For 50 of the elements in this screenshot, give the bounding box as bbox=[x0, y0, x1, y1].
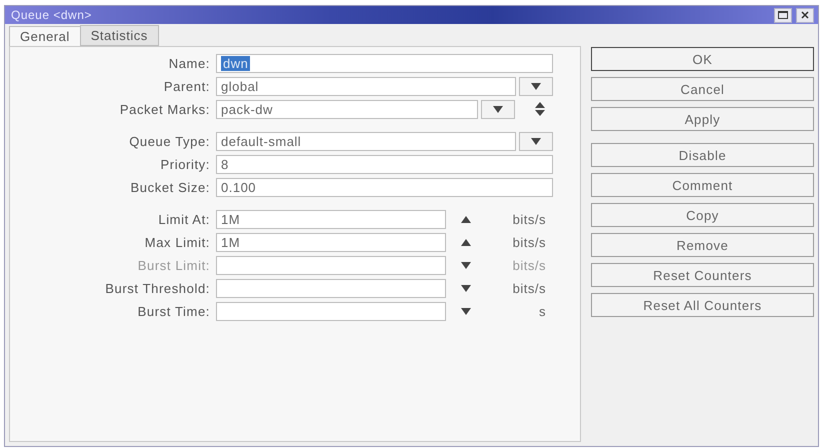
input-field[interactable] bbox=[216, 278, 446, 298]
field-label: Queue Type: bbox=[128, 134, 211, 148]
unit-label: bits/s bbox=[512, 212, 546, 226]
field-label: Limit At: bbox=[157, 212, 211, 226]
dropdown-button[interactable] bbox=[481, 100, 515, 118]
field-label: Max Limit: bbox=[144, 234, 211, 250]
dialog-button[interactable]: Disable bbox=[591, 143, 814, 167]
dialog-button[interactable]: Comment bbox=[591, 173, 814, 197]
up-down-icon[interactable] bbox=[535, 102, 545, 116]
input-field[interactable] bbox=[216, 302, 446, 320]
maximize-button[interactable] bbox=[774, 8, 792, 22]
field-label: Priority: bbox=[160, 156, 211, 172]
field-label: Burst Limit: bbox=[136, 258, 211, 272]
field-label: Parent: bbox=[162, 78, 211, 94]
window-title: Queue <dwn> bbox=[11, 8, 92, 22]
close-icon bbox=[801, 11, 809, 19]
field-label: Burst Time: bbox=[136, 304, 211, 318]
dropdown-button[interactable] bbox=[519, 76, 553, 96]
dropdown-button[interactable] bbox=[519, 132, 553, 150]
field-label: Name: bbox=[168, 56, 211, 70]
dialog-button[interactable]: Apply bbox=[591, 107, 814, 131]
tab[interactable]: Statistics bbox=[80, 25, 159, 46]
dialog-button[interactable]: Copy bbox=[591, 203, 814, 227]
dropdown-field[interactable]: default-small bbox=[216, 132, 516, 150]
dialog-button[interactable]: Remove bbox=[591, 233, 814, 257]
dropdown-field[interactable]: pack-dw bbox=[216, 100, 478, 118]
input-field[interactable]: dwn bbox=[216, 54, 553, 72]
input-field[interactable]: 1M bbox=[216, 210, 446, 228]
dialog-button[interactable]: Reset Counters bbox=[591, 263, 814, 287]
unit-label: s bbox=[538, 304, 546, 318]
dialog-button[interactable]: OK bbox=[591, 47, 814, 71]
caret-icon bbox=[531, 82, 541, 90]
unit-label: bits/s bbox=[512, 234, 546, 250]
input-field[interactable]: 8 bbox=[216, 154, 553, 174]
field-label: Burst Threshold: bbox=[104, 280, 211, 296]
input-field[interactable]: 1M bbox=[216, 232, 446, 252]
window-icon bbox=[778, 11, 788, 19]
caret-icon bbox=[493, 106, 503, 112]
caret-icon bbox=[531, 138, 541, 144]
field-label: Packet Marks: bbox=[118, 102, 211, 116]
dialog-button[interactable]: Cancel bbox=[591, 77, 814, 101]
input-field[interactable]: 0.100 bbox=[216, 178, 553, 196]
tab[interactable]: General bbox=[9, 26, 81, 46]
dialog-button[interactable]: Reset All Counters bbox=[591, 293, 814, 317]
unit-label: bits/s bbox=[512, 280, 546, 296]
field-label: Bucket Size: bbox=[130, 180, 211, 194]
input-field[interactable] bbox=[216, 256, 446, 274]
dropdown-field[interactable]: global bbox=[216, 76, 516, 96]
close-button[interactable] bbox=[796, 8, 814, 22]
unit-label: bits/s bbox=[512, 258, 546, 272]
